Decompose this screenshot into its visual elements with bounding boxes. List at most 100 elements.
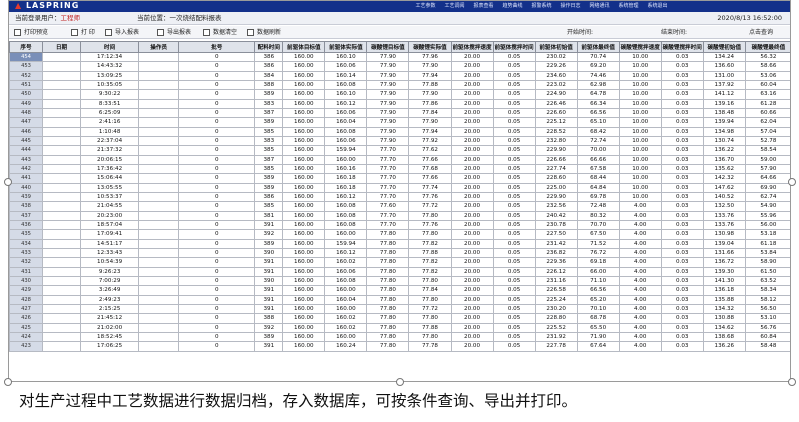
table-cell: 0.05 [492,163,536,175]
nav-item[interactable]: 网络通讯 [585,1,614,12]
nav-item[interactable]: 系统退出 [643,1,672,12]
column-header[interactable]: 序号 [9,41,44,53]
table-cell: 135.88 [702,294,746,305]
resize-handle-bottom[interactable] [396,378,404,386]
print-button[interactable]: 打 印 [71,26,95,39]
table-cell: 77.80 [366,285,410,296]
table-row[interactable]: 426 21:45:12 0 388 160.00 160.02 77.80 77.80 20.… [9,313,790,324]
table-row[interactable]: 453 14:43:32 0 386 160.00 160.06 77.90 77.90 20.… [9,61,790,72]
table-cell: 160.08 [324,126,368,137]
table-row[interactable]: 431 9:26:23 0 391 160.00 160.06 77.80 77.82 20.0… [9,266,790,277]
column-header[interactable]: 前驱体目标值 [282,41,326,53]
table-row[interactable]: 425 21:02:00 0 392 160.00 160.02 77.80 77.88 20.… [9,322,790,333]
datetime-display: 2020/8/13 16:52:00 [717,14,782,22]
table-cell [138,145,180,156]
query-button[interactable]: 点击查询 [749,26,773,39]
table-row[interactable]: 442 17:36:42 0 385 160.00 160.16 77.70 77.68 20.… [9,163,790,175]
table-row[interactable]: 432 10:54:39 0 391 160.00 160.02 77.80 77.82 20.… [9,257,790,268]
column-header[interactable]: 前驱体搅拌速度 [450,41,494,53]
column-header[interactable]: 碳酸锂初始值 [702,41,746,53]
row-index-cell: 444 [9,145,44,156]
nav-item[interactable]: 报警系统 [527,1,556,12]
table-row[interactable]: 446 1:10:48 0 385 160.00 160.08 77.90 77.94 20.0… [9,126,790,137]
table-cell: 69.90 [744,182,790,193]
table-cell: 17:06:25 [80,341,140,352]
table-cell: 10.00 [618,51,662,63]
table-row[interactable]: 437 20:23:00 0 381 160.00 160.08 77.70 77.80 20.… [9,210,790,221]
table-cell: 77.70 [366,182,410,193]
table-cell: 77.70 [366,210,410,221]
table-cell: 21:45:12 [80,313,140,324]
table-row[interactable]: 451 10:35:05 0 388 160.00 160.08 77.90 77.88 20.… [9,79,790,91]
refresh-data-button[interactable]: 数据刷新 [247,26,281,39]
table-row[interactable]: 436 18:57:04 0 391 160.00 160.08 77.70 77.76 20.… [9,219,790,231]
print-preview-button[interactable]: 打印预览 [14,26,48,39]
table-row[interactable]: 427 2:15:25 0 391 160.00 160.00 77.80 77.72 20.0… [9,303,790,315]
table-row[interactable]: 430 7:00:29 0 390 160.00 160.08 77.80 77.80 20.0… [9,275,790,287]
column-header[interactable]: 前驱体实际值 [324,41,368,53]
table-row[interactable]: 449 8:33:51 0 383 160.00 160.12 77.90 77.86 20.0… [9,98,790,109]
column-header[interactable]: 碳酸锂搅拌时间 [660,41,704,53]
table-row[interactable]: 434 14:51:17 0 389 160.00 159.94 77.80 77.82 20.… [9,238,790,249]
table-row[interactable]: 443 20:06:15 0 387 160.00 160.00 77.70 77.66 20.… [9,154,790,165]
column-header[interactable]: 碳酸锂最终值 [744,41,790,53]
table-cell: 77.84 [408,285,452,296]
nav-item[interactable]: 工艺调阅 [440,1,469,12]
table-cell [42,313,82,324]
table-row[interactable]: 450 9:30:22 0 389 160.00 160.10 77.90 77.90 20.0… [9,89,790,100]
column-header[interactable]: 前驱体初始值 [534,41,578,53]
column-header[interactable]: 碳酸锂搅拌速度 [618,41,662,53]
table-row[interactable]: 424 18:52:45 0 389 160.00 160.00 77.80 77.80 20.… [9,331,790,343]
table-cell: 389 [254,89,284,100]
resize-handle-bottom-left[interactable] [4,378,12,386]
table-row[interactable]: 452 13:09:25 0 384 160.00 160.14 77.90 77.94 20.… [9,70,790,82]
import-report-button[interactable]: 导入报表 [105,26,139,39]
resize-handle-left[interactable] [4,178,12,186]
nav-item[interactable]: 操作日志 [556,1,585,12]
table-cell: 0.05 [492,98,536,109]
column-header[interactable]: 批号 [178,41,256,53]
row-index-cell: 451 [9,79,44,91]
table-row[interactable]: 433 12:33:43 0 390 160.00 160.12 77.80 77.88 20.… [9,247,790,259]
table-row[interactable]: 435 17:09:41 0 392 160.00 160.00 77.80 77.80 20.… [9,229,790,240]
resize-handle-bottom-right[interactable] [788,378,796,386]
table-row[interactable]: 428 2:49:23 0 391 160.00 160.04 77.80 77.80 20.0… [9,294,790,305]
column-header[interactable]: 碳酸锂目标值 [366,41,410,53]
table-row[interactable]: 447 2:41:16 0 389 160.00 160.04 77.90 77.90 20.0… [9,117,790,128]
table-cell: 20.00 [450,173,494,184]
table-row[interactable]: 439 10:53:37 0 386 160.00 160.12 77.70 77.76 20.… [9,191,790,203]
table-cell: 77.88 [408,247,452,259]
column-header[interactable]: 配料时间 [254,41,284,53]
table-cell: 160.00 [324,303,368,315]
table-cell [42,322,82,333]
nav-item[interactable]: 趋势曲线 [498,1,527,12]
table-row[interactable]: 429 3:26:49 0 391 160.00 160.00 77.80 77.84 20.0… [9,285,790,296]
nav-item[interactable]: 系统管理 [614,1,643,12]
table-cell: 62.04 [744,117,790,128]
table-cell: 10.00 [618,182,662,193]
table-cell: 230.20 [534,303,578,315]
table-cell: 20.00 [450,266,494,277]
table-row[interactable]: 441 15:06:44 0 389 160.00 160.18 77.70 77.66 20.… [9,173,790,184]
table-row[interactable]: 454 17:12:34 0 386 160.00 160.10 77.90 77.96 20.… [9,51,790,63]
table-row[interactable]: 445 22:37:04 0 383 160.00 160.06 77.90 77.92 20.… [9,135,790,147]
column-header[interactable]: 时间 [80,41,140,53]
table-row[interactable]: 440 13:05:55 0 389 160.00 160.18 77.70 77.74 20.… [9,182,790,193]
table-row[interactable]: 438 21:04:55 0 385 160.00 160.08 77.60 77.72 20.… [9,201,790,212]
nav-item[interactable]: 报表查看 [469,1,498,12]
column-header[interactable]: 日期 [42,41,82,53]
resize-handle-right[interactable] [788,178,796,186]
table-row[interactable]: 423 17:06:25 0 391 160.00 160.24 77.80 77.78 20.… [9,341,790,352]
table-cell: 0.03 [660,229,704,240]
table-row[interactable]: 448 6:25:09 0 387 160.00 160.06 77.90 77.84 20.0… [9,107,790,119]
table-cell: 20.00 [450,201,494,212]
column-header[interactable]: 操作员 [138,41,180,53]
table-row[interactable]: 444 21:37:32 0 385 160.00 159.94 77.70 77.62 20.… [9,145,790,156]
export-report-button[interactable]: 导出报表 [157,26,191,39]
column-header[interactable]: 碳酸锂实际值 [408,41,452,53]
column-header[interactable]: 前驱体搅拌时间 [492,41,536,53]
nav-item[interactable]: 工艺参数 [411,1,440,12]
table-cell: 135.62 [702,163,746,175]
clear-data-button[interactable]: 数据清空 [203,26,237,39]
column-header[interactable]: 前驱体最终值 [576,41,620,53]
